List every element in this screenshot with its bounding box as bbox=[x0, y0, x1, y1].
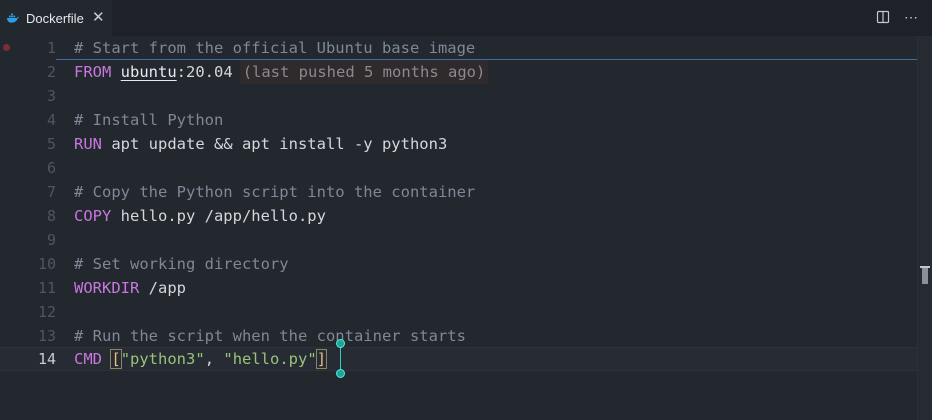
tab-dockerfile[interactable]: Dockerfile ✕ bbox=[0, 0, 112, 36]
code-content: RUN apt update && apt install -y python3 bbox=[74, 132, 447, 156]
line-number: 6 bbox=[46, 159, 56, 177]
line-number: 7 bbox=[46, 183, 56, 201]
code-line[interactable]: 1 # Start from the official Ubuntu base … bbox=[0, 36, 932, 60]
code-line[interactable]: 8 COPY hello.py /app/hello.py bbox=[0, 204, 932, 228]
editor-actions: ⋯ bbox=[874, 8, 920, 26]
code-line[interactable]: 2 FROM ubuntu:20.04 (last pushed 5 months… bbox=[0, 60, 932, 84]
scrollbar-cursor-marker bbox=[920, 266, 930, 268]
comment: # Set working directory bbox=[74, 255, 289, 273]
bracket-open: [ bbox=[110, 349, 122, 369]
tab-label: Dockerfile bbox=[26, 10, 84, 26]
code-content: CMD ["python3", "hello.py"] bbox=[74, 348, 328, 370]
cursor-handle-top[interactable] bbox=[336, 339, 345, 348]
line-number: 3 bbox=[46, 87, 56, 105]
string-literal: "hello.py" bbox=[223, 350, 317, 368]
code-line[interactable]: 3 bbox=[0, 84, 932, 108]
line-number: 10 bbox=[37, 255, 56, 273]
line-number: 12 bbox=[37, 303, 56, 321]
keyword: CMD bbox=[74, 350, 102, 368]
split-editor-icon[interactable] bbox=[874, 8, 892, 26]
vertical-scrollbar[interactable] bbox=[917, 36, 932, 420]
keyword: RUN bbox=[74, 135, 102, 153]
comma: , bbox=[204, 350, 224, 368]
comment: # Copy the Python script into the contai… bbox=[74, 183, 476, 201]
bracket-close: ] bbox=[315, 349, 328, 369]
line-number: 8 bbox=[46, 207, 56, 225]
line-number: 13 bbox=[37, 327, 56, 345]
image-link[interactable]: ubuntu bbox=[121, 63, 177, 81]
code-line[interactable]: 13 # Run the script when the container s… bbox=[0, 324, 932, 348]
instruction-args: /app bbox=[139, 279, 186, 297]
instruction-args: hello.py /app/hello.py bbox=[111, 207, 326, 225]
line-number: 14 bbox=[37, 350, 56, 368]
code-line[interactable]: 11 WORKDIR /app bbox=[0, 276, 932, 300]
line-number: 5 bbox=[46, 135, 56, 153]
line-number: 2 bbox=[46, 63, 56, 81]
code-content: WORKDIR /app bbox=[74, 276, 186, 300]
keyword: COPY bbox=[74, 207, 112, 225]
keyword: WORKDIR bbox=[74, 279, 140, 297]
comment: # Run the script when the container star… bbox=[74, 327, 466, 345]
comment: # Install Python bbox=[74, 111, 224, 129]
keyword: FROM bbox=[74, 63, 112, 81]
code-editor[interactable]: 1 # Start from the official Ubuntu base … bbox=[0, 36, 932, 420]
more-actions-icon[interactable]: ⋯ bbox=[902, 8, 920, 26]
image-tag: 20.04 bbox=[186, 63, 233, 81]
code-content: COPY hello.py /app/hello.py bbox=[74, 204, 326, 228]
line-number: 4 bbox=[46, 111, 56, 129]
code-line[interactable]: 6 bbox=[0, 156, 932, 180]
line-number: 9 bbox=[46, 231, 56, 249]
string-literal: "python3" bbox=[120, 350, 205, 368]
code-content: FROM ubuntu:20.04 (last pushed 5 months a… bbox=[74, 60, 489, 84]
line-number: 11 bbox=[37, 279, 56, 297]
line-number: 1 bbox=[46, 39, 56, 57]
scrollbar-thumb[interactable] bbox=[922, 266, 928, 284]
code-line[interactable]: 7 # Copy the Python script into the cont… bbox=[0, 180, 932, 204]
code-line[interactable]: 9 bbox=[0, 228, 932, 252]
instruction-args: apt update && apt install -y python3 bbox=[102, 135, 448, 153]
comment: # Start from the official Ubuntu base im… bbox=[74, 39, 476, 57]
cursor-handle-bottom[interactable] bbox=[336, 369, 345, 378]
tab-bar: Dockerfile ✕ ⋯ bbox=[0, 0, 932, 37]
close-icon[interactable]: ✕ bbox=[92, 9, 105, 27]
inlay-hint: (last pushed 5 months ago) bbox=[239, 60, 489, 84]
separator: : bbox=[176, 63, 187, 81]
code-line[interactable]: 5 RUN apt update && apt install -y pytho… bbox=[0, 132, 932, 156]
code-line[interactable]: 12 bbox=[0, 300, 932, 324]
code-line[interactable]: 4 # Install Python bbox=[0, 108, 932, 132]
code-line[interactable]: 10 # Set working directory bbox=[0, 252, 932, 276]
current-code-line[interactable]: 14 CMD ["python3", "hello.py"] bbox=[0, 347, 932, 371]
docker-icon bbox=[6, 11, 20, 25]
